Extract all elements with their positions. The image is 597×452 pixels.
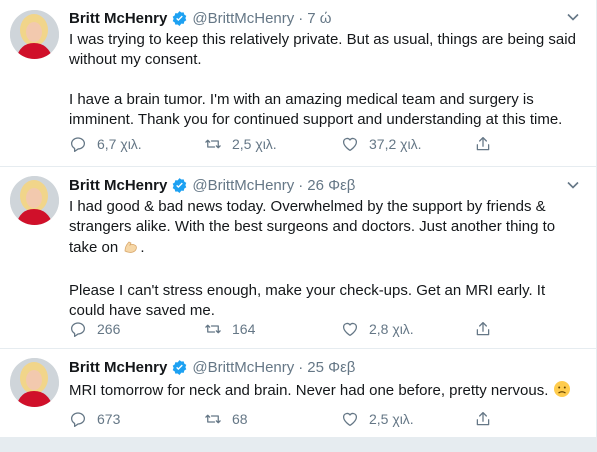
- retweet-count: 164: [232, 321, 256, 337]
- reply-icon: [70, 137, 86, 152]
- share-icon: [476, 136, 490, 151]
- author-name[interactable]: Britt McHenry: [69, 10, 167, 27]
- tweet-actions: 673 68 2,5 χιλ.: [69, 409, 529, 429]
- author-name[interactable]: Britt McHenry: [69, 359, 167, 376]
- retweet-icon: [205, 324, 221, 334]
- retweet-icon: [205, 139, 221, 149]
- author-handle[interactable]: @BrittMcHenry: [192, 10, 294, 27]
- tweet-text: I was trying to keep this relatively pri…: [69, 30, 578, 130]
- retweet-count: 68: [232, 411, 248, 427]
- verified-badge-icon: [173, 177, 187, 193]
- like-button[interactable]: 37,2 χιλ.: [341, 134, 422, 154]
- reply-button[interactable]: 6,7 χιλ.: [69, 134, 142, 154]
- verified-badge-icon: [173, 359, 187, 375]
- retweet-count: 2,5 χιλ.: [232, 136, 277, 152]
- author-handle[interactable]: @BrittMcHenry: [192, 177, 294, 194]
- tweet-timestamp[interactable]: 26 Φεβ: [307, 177, 355, 194]
- heart-icon: [342, 137, 358, 152]
- share-button[interactable]: [474, 134, 502, 154]
- separator-dot: ·: [298, 358, 304, 376]
- tweet-paragraph: MRI tomorrow for neck and brain. Never h…: [69, 380, 578, 404]
- reply-icon: [70, 322, 86, 337]
- share-button[interactable]: [474, 409, 502, 429]
- heart-icon: [342, 322, 358, 337]
- chevron-down-icon[interactable]: [566, 178, 580, 192]
- author-handle[interactable]: @BrittMcHenry: [192, 359, 294, 376]
- like-count: 2,8 χιλ.: [369, 321, 414, 337]
- reply-icon: [70, 412, 86, 427]
- share-icon: [476, 411, 490, 426]
- retweet-icon: [205, 414, 221, 424]
- retweet-button[interactable]: 68: [204, 409, 248, 429]
- reply-count: 266: [97, 321, 121, 337]
- reply-button[interactable]: 266: [69, 319, 120, 339]
- retweet-button[interactable]: 164: [204, 319, 255, 339]
- like-count: 37,2 χιλ.: [369, 136, 422, 152]
- tweet-timestamp[interactable]: 25 Φεβ: [307, 359, 355, 376]
- separator-dot: ·: [298, 9, 304, 27]
- tweet-paragraph-text: MRI tomorrow for neck and brain. Never h…: [69, 382, 549, 399]
- tweet-actions: 266 164 2,8 χιλ.: [69, 319, 529, 339]
- tweet[interactable]: Britt McHenry @BrittMcHenry · 26 Φεβ I h…: [0, 166, 596, 349]
- share-icon: [476, 321, 490, 336]
- retweet-button[interactable]: 2,5 χιλ.: [204, 134, 277, 154]
- reply-count: 673: [97, 411, 121, 427]
- slightly-frowning-face-emoji: [553, 380, 571, 404]
- tweet-actions: 6,7 χιλ. 2,5 χιλ. 37,2 χιλ.: [69, 134, 529, 154]
- tweet-paragraph: I was trying to keep this relatively pri…: [69, 31, 576, 68]
- tweet-feed: Britt McHenry @BrittMcHenry · 7 ώ I was …: [0, 0, 597, 452]
- heart-icon: [342, 412, 358, 427]
- tweet-paragraph: I had good & bad news today. Overwhelmed…: [69, 197, 578, 261]
- tweet-text: I had good & bad news today. Overwhelmed…: [69, 197, 578, 321]
- reply-button[interactable]: 673: [69, 409, 120, 429]
- tweet-text: MRI tomorrow for neck and brain. Never h…: [69, 380, 578, 404]
- share-button[interactable]: [474, 319, 502, 339]
- separator-dot: ·: [298, 176, 304, 194]
- chevron-down-icon[interactable]: [566, 10, 580, 24]
- reply-count: 6,7 χιλ.: [97, 136, 142, 152]
- like-button[interactable]: 2,5 χιλ.: [341, 409, 414, 429]
- like-button[interactable]: 2,8 χιλ.: [341, 319, 414, 339]
- tweet[interactable]: Britt McHenry @BrittMcHenry · 7 ώ I was …: [0, 0, 596, 167]
- author-name[interactable]: Britt McHenry: [69, 177, 167, 194]
- verified-badge-icon: [173, 10, 187, 26]
- feed-bottom-divider: [0, 437, 596, 452]
- tweet-paragraph: Please I can't stress enough, make your …: [69, 282, 546, 319]
- tweet-paragraph-text: I had good & bad news today. Overwhelmed…: [69, 198, 556, 256]
- avatar[interactable]: [10, 176, 59, 225]
- avatar[interactable]: [10, 358, 59, 407]
- tweet[interactable]: Britt McHenry @BrittMcHenry · 25 Φεβ MRI…: [0, 348, 596, 437]
- flexed-biceps-emoji: [122, 237, 140, 261]
- like-count: 2,5 χιλ.: [369, 411, 414, 427]
- tweet-timestamp[interactable]: 7 ώ: [307, 10, 331, 27]
- tweet-paragraph: I have a brain tumor. I'm with an amazin…: [69, 91, 563, 128]
- avatar[interactable]: [10, 10, 59, 59]
